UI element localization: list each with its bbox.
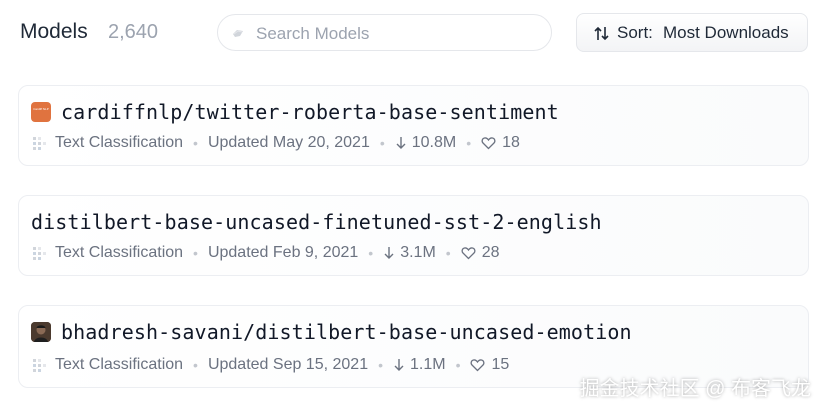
heart-icon xyxy=(481,137,496,150)
model-meta: Text Classification • Updated Feb 9, 202… xyxy=(31,243,499,263)
separator-dot: • xyxy=(193,357,198,373)
updated-date: Updated Sep 15, 2021 xyxy=(207,356,369,373)
separator-dot: • xyxy=(193,135,198,151)
download-arrow-icon xyxy=(394,359,404,371)
org-avatar: Cardiff NLP xyxy=(31,102,51,122)
sort-arrows-icon xyxy=(594,26,609,41)
sort-label: Sort: xyxy=(617,23,653,42)
model-name[interactable]: bhadresh-savani/distilbert-base-uncased-… xyxy=(61,320,632,344)
page-title: Models xyxy=(20,20,88,43)
like-count: 28 xyxy=(481,244,500,261)
task-label: Text Classification xyxy=(55,244,184,261)
model-meta: Text Classification • Updated Sep 15, 20… xyxy=(31,355,509,375)
separator-dot: • xyxy=(379,135,385,151)
model-name[interactable]: cardiffnlp/twitter-roberta-base-sentimen… xyxy=(61,100,559,124)
download-count: 10.8M xyxy=(411,134,457,151)
separator-dot: • xyxy=(455,357,461,373)
sort-button[interactable]: Sort: Most Downloads xyxy=(576,13,808,52)
search-input[interactable]: Search Models xyxy=(217,14,552,51)
model-name[interactable]: distilbert-base-uncased-finetuned-sst-2-… xyxy=(31,210,602,234)
download-count: 1.1M xyxy=(410,356,446,373)
task-label: Text Classification xyxy=(55,134,184,151)
person-avatar-icon xyxy=(31,322,51,342)
like-count: 18 xyxy=(502,134,520,151)
separator-dot: • xyxy=(368,245,374,261)
model-meta: Text Classification • Updated May 20, 20… xyxy=(31,133,520,153)
download-arrow-icon xyxy=(396,137,406,149)
user-avatar xyxy=(31,322,51,342)
heart-icon xyxy=(461,247,476,260)
model-card[interactable]: distilbert-base-uncased-finetuned-sst-2-… xyxy=(18,195,809,276)
search-icon xyxy=(233,30,243,37)
text-classification-icon xyxy=(33,137,46,150)
text-classification-icon xyxy=(33,247,46,260)
heart-icon xyxy=(470,359,485,372)
model-card[interactable]: Cardiff NLP cardiffnlp/twitter-roberta-b… xyxy=(18,85,809,166)
task-label: Text Classification xyxy=(55,356,184,373)
separator-dot: • xyxy=(193,245,198,261)
model-count: 2,640 xyxy=(108,21,159,43)
text-classification-icon xyxy=(33,359,46,372)
separator-dot: • xyxy=(466,135,472,151)
download-arrow-icon xyxy=(384,247,394,259)
watermark-text: 掘金技术社区 @ 布客飞龙 xyxy=(579,378,811,400)
search-placeholder: Search Models xyxy=(256,24,370,43)
like-count: 15 xyxy=(491,356,510,373)
models-header: Models 2,640 Search Models Sort: Most Do… xyxy=(0,0,825,66)
updated-date: Updated Feb 9, 2021 xyxy=(207,244,359,261)
separator-dot: • xyxy=(445,245,451,261)
sort-value: Most Downloads xyxy=(663,23,789,42)
download-count: 3.1M xyxy=(400,244,436,261)
separator-dot: • xyxy=(378,357,383,373)
updated-date: Updated May 20, 2021 xyxy=(207,134,370,151)
